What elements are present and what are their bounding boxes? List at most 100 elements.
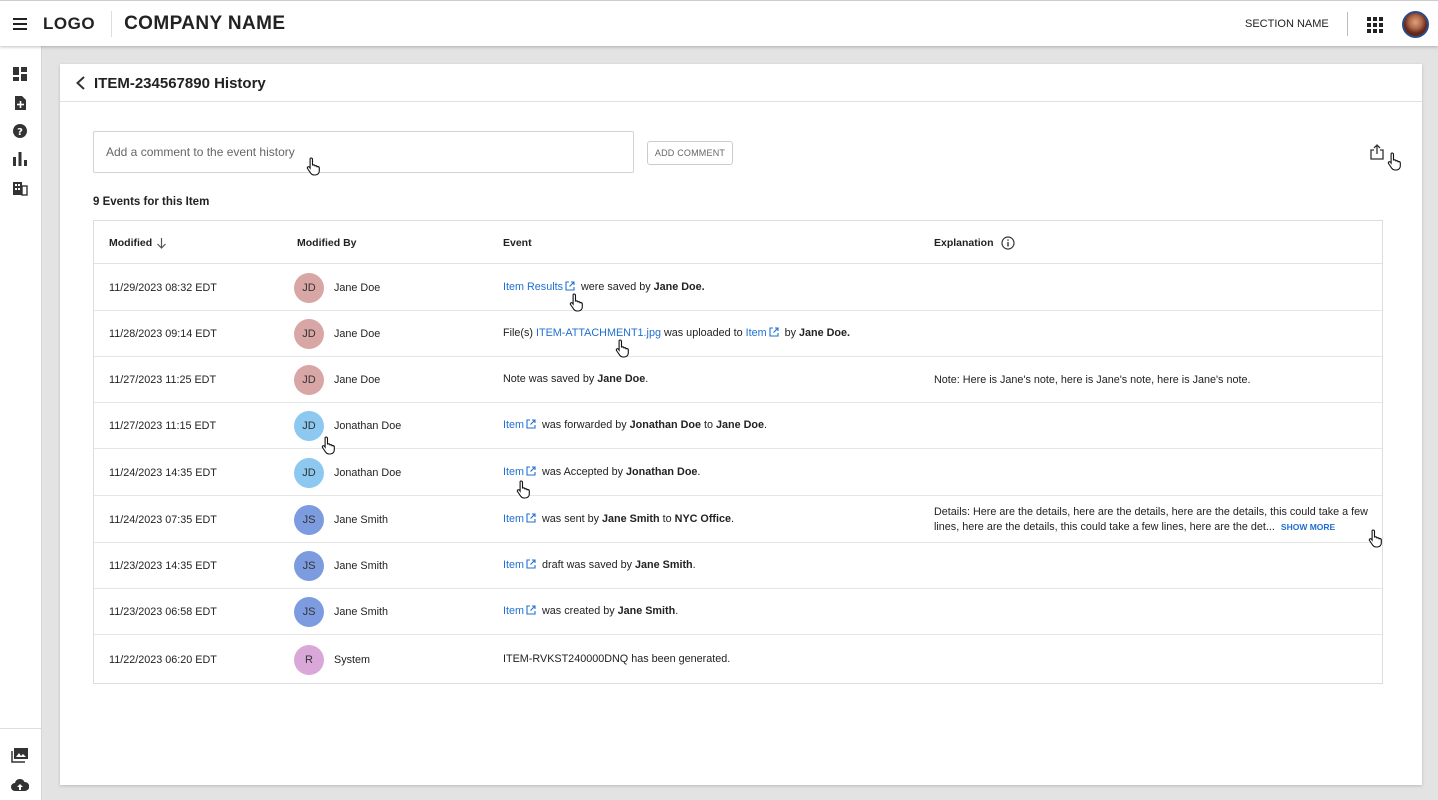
item-link[interactable]: Item bbox=[503, 605, 524, 617]
modified-by-user: JD Jonathan Doe bbox=[294, 457, 402, 488]
item-link[interactable]: ITEM-ATTACHMENT1.jpg bbox=[536, 327, 661, 339]
event-description: Item draft was saved by Jane Smith. bbox=[503, 559, 696, 571]
item-link[interactable]: Item bbox=[746, 327, 767, 339]
table-row: 11/24/2023 07:35 EDT JS Jane Smith Item was… bbox=[94, 496, 1382, 543]
section-name[interactable]: SECTION NAME bbox=[1245, 18, 1329, 30]
user-initials-avatar[interactable]: JD bbox=[294, 319, 324, 349]
table-row: 11/24/2023 14:35 EDT JD Jonathan Doe Item w… bbox=[94, 449, 1382, 496]
user-name: Jane Doe bbox=[334, 281, 381, 294]
event-text: . bbox=[692, 559, 696, 571]
event-text: . bbox=[731, 512, 735, 525]
user-name: Jonathan Doe bbox=[334, 466, 402, 479]
event-actor: Jane Smith bbox=[602, 512, 660, 525]
event-description: Item was created by Jane Smith. bbox=[503, 605, 678, 617]
event-text: was Accepted by bbox=[539, 465, 627, 478]
modified-date: 11/23/2023 14:35 EDT bbox=[109, 560, 217, 572]
event-actor: Jane Smith bbox=[617, 605, 676, 617]
event-description: File(s) ITEM-ATTACHMENT1.jpg was uploade… bbox=[503, 327, 850, 339]
user-initials-avatar[interactable]: R bbox=[294, 644, 324, 675]
item-link[interactable]: Item bbox=[503, 559, 524, 571]
external-link-icon[interactable] bbox=[526, 605, 536, 615]
event-actor: Jane Doe. bbox=[653, 280, 705, 293]
event-text: . bbox=[764, 419, 768, 431]
table-row: 11/22/2023 06:20 EDT R System ITEM-RVKST240… bbox=[94, 635, 1382, 684]
event-text: ITEM-RVKST240000DNQ has been generated. bbox=[503, 652, 731, 665]
table-row: 11/27/2023 11:15 EDT JD Jonathan Doe Item w… bbox=[94, 403, 1382, 449]
share-export-icon[interactable] bbox=[1370, 144, 1384, 160]
help-icon[interactable]: ? bbox=[12, 123, 28, 139]
explanation-text: Note: Here is Jane's note, here is Jane'… bbox=[934, 374, 1251, 386]
modified-date: 11/28/2023 09:14 EDT bbox=[109, 328, 217, 340]
modified-date: 11/27/2023 11:25 EDT bbox=[109, 374, 217, 386]
external-link-icon[interactable] bbox=[526, 419, 536, 429]
event-description: Item was sent by Jane Smith to NYC Offic… bbox=[503, 513, 734, 525]
user-name: Jane Smith bbox=[334, 560, 389, 572]
user-initials-avatar[interactable]: JD bbox=[294, 272, 324, 303]
event-actor: Jonathan Doe bbox=[629, 419, 702, 431]
external-link-icon[interactable] bbox=[526, 559, 536, 569]
item-link[interactable]: Item bbox=[503, 466, 524, 478]
event-explanation: Note: Here is Jane's note, here is Jane'… bbox=[934, 373, 1368, 388]
user-initials-avatar[interactable]: JS bbox=[294, 551, 324, 581]
item-link[interactable]: Item Results bbox=[503, 281, 563, 293]
modified-date: 11/24/2023 14:35 EDT bbox=[109, 466, 217, 479]
event-actor: Jane Smith bbox=[635, 559, 693, 571]
event-text: to bbox=[659, 512, 675, 525]
bar-chart-icon[interactable] bbox=[12, 151, 28, 167]
show-more-link[interactable]: SHOW MORE bbox=[1281, 522, 1335, 532]
user-initials-avatar[interactable]: JS bbox=[294, 504, 324, 535]
cloud-upload-icon[interactable] bbox=[11, 777, 29, 793]
info-icon[interactable] bbox=[1000, 235, 1015, 250]
svg-text:?: ? bbox=[17, 127, 23, 138]
comment-input[interactable] bbox=[93, 131, 634, 173]
hamburger-menu-icon[interactable] bbox=[0, 1, 40, 47]
events-table: Modified Modified By Event Explanation 1… bbox=[93, 220, 1383, 684]
column-label-explanation: Explanation bbox=[934, 236, 994, 249]
table-row: 11/29/2023 08:32 EDT JD Jane Doe Item Resul… bbox=[94, 264, 1382, 311]
modified-by-user: JS Jane Smith bbox=[294, 597, 388, 627]
modified-by-user: JS Jane Smith bbox=[294, 504, 388, 535]
modified-by-user: JD Jane Doe bbox=[294, 365, 380, 395]
add-comment-button[interactable]: ADD COMMENT bbox=[647, 141, 733, 165]
user-avatar[interactable] bbox=[1402, 11, 1429, 38]
user-initials-avatar[interactable]: JD bbox=[294, 411, 324, 441]
event-description: Item was forwarded by Jonathan Doe to Ja… bbox=[503, 419, 767, 431]
user-initials-avatar[interactable]: JD bbox=[294, 365, 324, 395]
external-link-icon[interactable] bbox=[769, 327, 779, 337]
column-header-modified[interactable]: Modified bbox=[109, 221, 167, 264]
event-text: by bbox=[781, 327, 800, 339]
add-document-icon[interactable] bbox=[12, 95, 28, 111]
item-link[interactable]: Item bbox=[503, 419, 524, 431]
user-initials-avatar[interactable]: JS bbox=[294, 597, 324, 627]
building-icon[interactable] bbox=[12, 180, 28, 196]
event-text: was created by bbox=[539, 605, 618, 617]
external-link-icon[interactable] bbox=[526, 465, 536, 476]
card-header: ITEM-234567890 History bbox=[60, 64, 1422, 102]
gallery-icon[interactable] bbox=[11, 747, 29, 763]
user-initials-avatar[interactable]: JD bbox=[294, 457, 324, 488]
event-text: was forwarded by bbox=[539, 419, 630, 431]
apps-grid-icon[interactable] bbox=[1367, 17, 1383, 33]
item-link[interactable]: Item bbox=[503, 513, 524, 525]
event-text: Note was saved by bbox=[503, 373, 598, 385]
table-row: 11/23/2023 06:58 EDT JS Jane Smith Item was… bbox=[94, 589, 1382, 635]
sidebar-divider bbox=[0, 728, 41, 729]
logo[interactable]: LOGO bbox=[40, 10, 113, 37]
event-explanation: Details: Here are the details, here are … bbox=[934, 505, 1368, 535]
external-link-icon[interactable] bbox=[565, 280, 575, 291]
event-text: . bbox=[675, 605, 679, 617]
event-text: were saved by bbox=[578, 280, 654, 293]
event-description: Item Results were saved by Jane Doe. bbox=[503, 281, 705, 293]
dashboard-icon[interactable] bbox=[12, 66, 28, 82]
event-text: . bbox=[645, 373, 649, 385]
table-row: 11/28/2023 09:14 EDT JD Jane Doe File(s) IT… bbox=[94, 311, 1382, 357]
event-actor: NYC Office bbox=[674, 512, 732, 525]
external-link-icon[interactable] bbox=[526, 512, 536, 523]
table-row: 11/23/2023 14:35 EDT JS Jane Smith Item dra… bbox=[94, 543, 1382, 589]
modified-by-user: JD Jane Doe bbox=[294, 319, 380, 349]
column-header-modified-by: Modified By bbox=[297, 221, 357, 264]
event-text: was uploaded to bbox=[660, 327, 746, 339]
sort-descending-arrow-icon[interactable] bbox=[156, 237, 167, 249]
back-arrow-icon[interactable] bbox=[74, 76, 88, 90]
column-label-modified-by: Modified By bbox=[297, 236, 357, 249]
